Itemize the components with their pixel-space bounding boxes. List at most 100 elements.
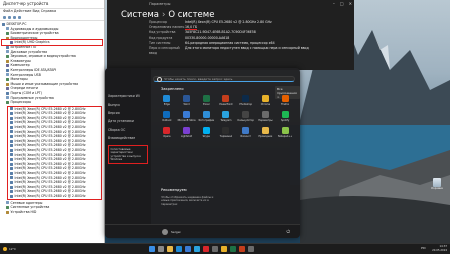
pinned-app[interactable]: PowerPoint xyxy=(216,95,236,106)
settings-spec-label: Версия xyxy=(108,110,120,115)
search-icon[interactable] xyxy=(158,246,164,252)
device-specs: Процессор Intel(R) Xeon(R) CPU E5-2680 v2… xyxy=(149,20,349,56)
app-icon xyxy=(281,111,289,118)
processor-list: Intel(R) Xeon(R) CPU E5-2680 v2 @ 2.80GH… xyxy=(7,105,102,200)
user-name[interactable]: Sergei xyxy=(171,230,181,234)
pinned-heading: Закреплено xyxy=(161,87,184,91)
pinned-app[interactable]: Firefox xyxy=(275,95,295,106)
search-placeholder: Чтобы начать поиск, введите запрос здесь xyxy=(164,77,233,81)
device-manager-title: Диспетчер устройств xyxy=(0,0,104,9)
device-category-icon xyxy=(2,22,5,26)
pinned-app[interactable]: Калькулятор xyxy=(236,111,256,122)
pinned-app[interactable]: Фотографии xyxy=(196,111,216,122)
pinned-app[interactable]: Word xyxy=(177,95,197,106)
device-tree-item[interactable]: Устройства HID xyxy=(2,210,102,215)
taskbar-app-icon[interactable] xyxy=(176,246,182,252)
language-indicator[interactable]: РУС xyxy=(421,247,426,250)
pinned-app[interactable]: Lightshot xyxy=(177,127,197,138)
pinned-app[interactable]: Telegram xyxy=(216,111,236,122)
app-label: Photoshop xyxy=(239,103,252,106)
back-icon[interactable] xyxy=(3,15,6,19)
device-category-icon xyxy=(10,41,13,45)
pinned-app[interactable]: Excel xyxy=(196,95,216,106)
taskbar-app-icon[interactable] xyxy=(221,246,227,252)
help-icon[interactable] xyxy=(18,15,21,19)
device-manager-window[interactable]: Диспетчер устройств Файл Действие Вид Сп… xyxy=(0,0,105,243)
spec-key: Перо и сенсорный ввод xyxy=(149,45,180,56)
taskbar-app-icon[interactable] xyxy=(239,246,245,252)
taskbar-app-icon[interactable] xyxy=(212,246,218,252)
app-label: Word xyxy=(183,103,190,106)
start-icon[interactable] xyxy=(149,246,155,252)
device-tree[interactable]: DESKTOP-PC Аудиовходы и аудиовыходы Биомет… xyxy=(0,21,104,215)
device-category-icon xyxy=(6,64,9,68)
weather-widget[interactable]: 12°C xyxy=(3,246,16,251)
start-search-input[interactable]: Чтобы начать поиск, введите запрос здесь xyxy=(153,76,295,82)
close-icon[interactable]: ✕ xyxy=(349,1,352,6)
taskbar-app-icon[interactable] xyxy=(185,246,191,252)
clock[interactable]: 14:37 20.05.2024 xyxy=(432,245,447,252)
app-label: Chrome xyxy=(260,103,271,106)
taskbar-app-icon[interactable] xyxy=(203,246,209,252)
device-tree-label: Intel(R) Xeon(R) CPU E5-2680 v2 @ 2.80GH… xyxy=(14,193,86,198)
pinned-app[interactable]: Блокнот xyxy=(236,127,256,138)
device-tree-item[interactable]: Процессоры xyxy=(2,100,102,105)
device-category-icon xyxy=(6,73,9,77)
pinned-app[interactable]: Photoshop xyxy=(236,95,256,106)
power-icon[interactable]: ⏻ xyxy=(286,229,290,235)
pinned-app[interactable]: Notepad++ xyxy=(275,127,295,138)
pinned-app[interactable]: Проводник xyxy=(256,127,276,138)
recycle-bin-shortcut[interactable]: Корзина xyxy=(431,178,443,190)
app-icon xyxy=(281,95,289,102)
taskbar-app-icon[interactable] xyxy=(230,246,236,252)
device-category-icon xyxy=(6,27,9,31)
app-icon xyxy=(242,95,250,102)
app-label: Excel xyxy=(203,103,210,106)
app-icon xyxy=(202,95,210,102)
clock-date: 20.05.2024 xyxy=(432,248,447,252)
pinned-app[interactable]: Microsoft Store xyxy=(177,111,197,122)
pinned-app[interactable]: Opera xyxy=(157,127,177,138)
settings-window[interactable]: Параметры – □ ✕ Система › О системе Процес… xyxy=(107,0,354,70)
device-category-icon xyxy=(10,185,13,189)
device-category-icon xyxy=(6,59,9,63)
device-category-icon xyxy=(10,107,13,111)
start-menu[interactable]: Характеристики Wi Выпуск Версия Дата устано… xyxy=(105,68,300,238)
app-icon xyxy=(163,95,171,102)
app-icon xyxy=(242,111,250,118)
app-label: PowerPoint xyxy=(219,103,233,106)
pinned-app[interactable]: Edge xyxy=(157,95,177,106)
device-category-icon xyxy=(6,100,9,104)
pinned-app[interactable]: Терминал xyxy=(216,127,236,138)
search-icon xyxy=(157,76,162,82)
spec-row: Перо и сенсорный ввод Для этого монитора … xyxy=(149,45,349,56)
device-category-icon xyxy=(6,205,9,209)
spec-value: Intel(R) Xeon(R) CPU E5-2680 v2 @ 2.80GH… xyxy=(185,20,272,24)
app-label: Калькулятор xyxy=(237,119,254,122)
processor-item[interactable]: Intel(R) Xeon(R) CPU E5-2680 v2 @ 2.80GH… xyxy=(9,194,100,199)
maximize-icon[interactable]: □ xyxy=(340,1,344,6)
recommended-text: Чтобы отображать недавние файлы и новые … xyxy=(161,196,214,206)
recycle-bin-label: Корзина xyxy=(431,187,443,190)
pinned-app[interactable]: Outlook xyxy=(157,111,177,122)
pinned-app[interactable]: Skype xyxy=(196,127,216,138)
device-category-icon xyxy=(10,121,13,125)
taskbar-app-icon[interactable] xyxy=(194,246,200,252)
user-avatar[interactable] xyxy=(162,228,168,235)
properties-icon[interactable] xyxy=(13,15,16,19)
minimize-icon[interactable]: – xyxy=(333,1,335,6)
forward-icon[interactable] xyxy=(8,15,11,19)
device-tree-label: Процессоры xyxy=(10,100,32,105)
app-label: Проводник xyxy=(258,135,273,138)
device-tree-label: Устройства HID xyxy=(10,209,37,214)
taskbar-app-icon[interactable] xyxy=(167,246,173,252)
device-category-icon xyxy=(10,190,13,194)
pinned-app[interactable]: Spotify xyxy=(275,111,295,122)
taskbar-app-icon[interactable] xyxy=(248,246,254,252)
settings-spec-label: Взаимодействие xyxy=(108,136,136,141)
pinned-app[interactable]: Параметры xyxy=(256,111,276,122)
app-icon xyxy=(163,111,171,118)
pinned-app[interactable]: Chrome xyxy=(256,95,276,106)
breadcrumb-parent[interactable]: Система xyxy=(121,10,159,20)
device-category-icon xyxy=(6,87,9,91)
